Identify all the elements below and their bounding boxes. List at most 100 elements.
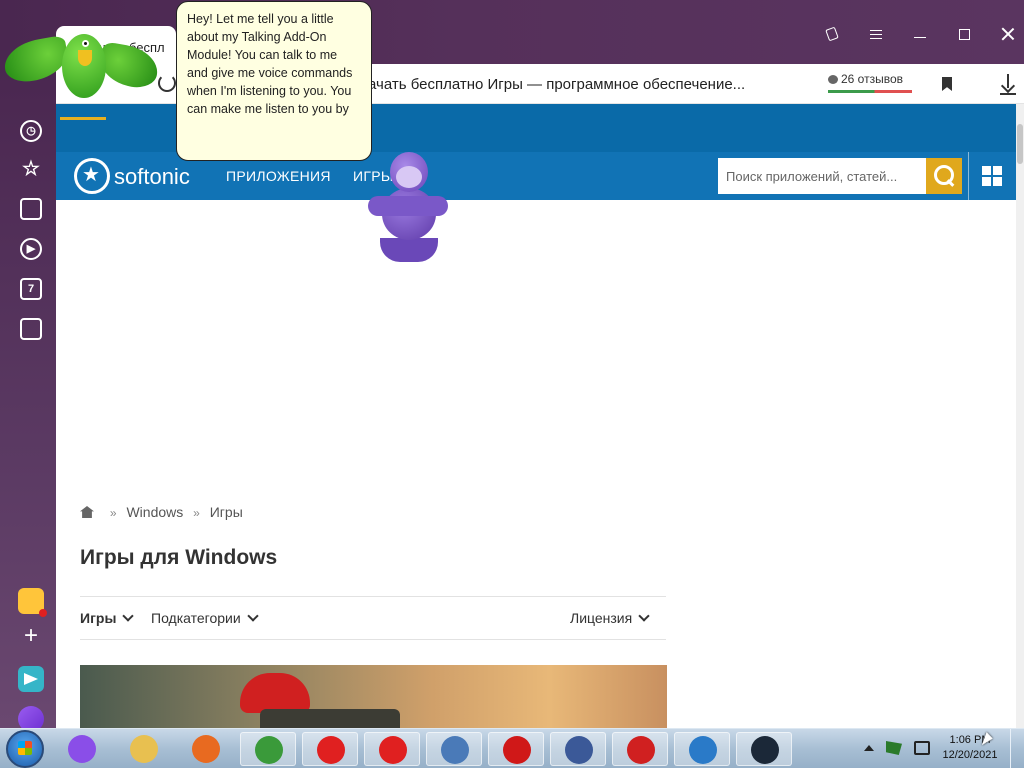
file-explorer-icon xyxy=(130,735,158,763)
acrobat-icon xyxy=(627,736,655,764)
filter-license-dropdown[interactable]: Лицензия xyxy=(570,610,650,626)
breadcrumb-item-windows[interactable]: Windows xyxy=(126,504,183,520)
download-icon-base xyxy=(1000,93,1016,95)
action-center-flag-icon[interactable] xyxy=(886,741,902,755)
reviews-badge[interactable]: 26 отзывов xyxy=(828,72,912,93)
web-page: softonic ПРИЛОЖЕНИЯ ИГРЫ » Windows » Игр… xyxy=(56,104,1016,728)
taskbar-app-acrobat[interactable] xyxy=(612,732,668,766)
page-title: Игры для Windows xyxy=(80,546,278,569)
chevron-down-icon xyxy=(247,610,259,622)
pin-icon xyxy=(825,26,839,42)
chevron-down-icon xyxy=(122,610,135,622)
show-desktop-button[interactable] xyxy=(1010,729,1024,768)
side-badge-icon[interactable]: 7 xyxy=(20,278,42,300)
assistant-speech-text: Hey! Let me tell you a little about my T… xyxy=(187,12,353,116)
comment-icon xyxy=(828,75,838,84)
breadcrumb-separator: » xyxy=(109,506,117,520)
filter-subcategories-label: Подкатегории xyxy=(151,610,241,626)
taskbar-app-bonzi-app[interactable] xyxy=(674,732,730,766)
send-app-icon[interactable] xyxy=(18,666,44,692)
site-logo-text[interactable]: softonic xyxy=(114,164,190,190)
bonzi-arms xyxy=(368,196,448,216)
reviews-label: 26 отзывов xyxy=(841,72,904,86)
start-button[interactable] xyxy=(6,730,44,768)
bookmark-icon[interactable] xyxy=(942,77,952,91)
windows-platform-icon[interactable] xyxy=(982,166,1002,186)
breadcrumb-separator: » xyxy=(193,506,200,520)
reload-icon[interactable] xyxy=(158,74,176,92)
minimize-icon xyxy=(914,36,926,38)
search-input[interactable] xyxy=(718,158,926,194)
firefox-icon xyxy=(192,735,220,763)
opera-icon xyxy=(503,736,531,764)
taskbar-app-alice[interactable] xyxy=(54,732,110,766)
filter-license-label: Лицензия xyxy=(570,610,633,626)
tray-expand-icon[interactable] xyxy=(864,745,874,751)
nav-divider xyxy=(968,152,969,200)
parrot-assistant[interactable] xyxy=(1,26,162,122)
filter-games-label: Игры xyxy=(80,610,117,626)
chrome-icon xyxy=(255,736,283,764)
featured-game-banner[interactable] xyxy=(80,665,667,728)
taskbar-app-facebook[interactable] xyxy=(550,732,606,766)
home-icon[interactable] xyxy=(80,506,94,518)
scrollbar-thumb[interactable] xyxy=(1017,124,1023,164)
history-icon[interactable]: ◷ xyxy=(20,120,42,142)
clock-date: 12/20/2021 xyxy=(942,749,998,761)
page-title-in-addressbar[interactable]: ачать бесплатно Игры — программное обесп… xyxy=(368,76,745,93)
filter-games-dropdown[interactable]: Игры xyxy=(80,610,135,626)
bonzi-face xyxy=(396,166,422,188)
parrot-feet xyxy=(60,110,106,120)
screenshot-icon[interactable] xyxy=(20,318,42,340)
maximize-button[interactable] xyxy=(950,20,978,48)
download-icon[interactable] xyxy=(1000,74,1016,94)
facebook-icon xyxy=(565,736,593,764)
softonic-logo-icon[interactable] xyxy=(74,158,110,194)
tabs-pin-button[interactable] xyxy=(818,20,846,48)
browser-side-panel: ◷ ☆ ▶ 7 + xyxy=(0,64,56,732)
bonzi-legs xyxy=(380,238,438,262)
gift-ribbon xyxy=(240,673,310,713)
play-icon[interactable]: ▶ xyxy=(20,238,42,260)
taskbar-app-firefox[interactable] xyxy=(178,732,234,766)
taskbar-app-file-explorer[interactable] xyxy=(116,732,172,766)
menu-icon xyxy=(870,30,882,39)
close-icon xyxy=(1001,27,1015,41)
bonzi-buddy-character[interactable] xyxy=(368,152,448,264)
page-scrollbar[interactable] xyxy=(1016,104,1024,728)
browser-menu-button[interactable] xyxy=(862,20,890,48)
breadcrumb-item-games[interactable]: Игры xyxy=(210,504,243,520)
alice-icon xyxy=(68,735,96,763)
taskbar-app-chrome[interactable] xyxy=(240,732,296,766)
windows-taskbar: 1:06 PM 12/20/2021 xyxy=(0,728,1024,768)
tank-image xyxy=(260,709,400,728)
parrot-beak xyxy=(78,50,92,66)
nav-link-apps[interactable]: ПРИЛОЖЕНИЯ xyxy=(226,168,331,184)
assistant-speech-bubble: Hey! Let me tell you a little about my T… xyxy=(176,1,372,161)
bookmarks-star-icon[interactable]: ☆ xyxy=(20,158,42,180)
side-app-messenger-icon[interactable] xyxy=(18,588,47,617)
taskbar-app-steam[interactable] xyxy=(736,732,792,766)
chevron-down-icon xyxy=(638,610,650,622)
close-button[interactable] xyxy=(994,20,1022,48)
bonzi-app-icon xyxy=(689,736,717,764)
minimize-button[interactable] xyxy=(906,20,934,48)
search-button[interactable] xyxy=(926,158,962,194)
steam-icon xyxy=(751,736,779,764)
taskbar-app-yandex[interactable] xyxy=(364,732,420,766)
parrot-eye xyxy=(82,40,89,47)
taskbar-app-opera[interactable] xyxy=(488,732,544,766)
network-app-icon xyxy=(441,736,469,764)
add-panel-icon[interactable]: + xyxy=(18,624,44,650)
breadcrumb: » Windows » Игры xyxy=(80,504,243,520)
collections-icon[interactable] xyxy=(20,198,42,220)
taskbar-app-yandex-browser[interactable] xyxy=(302,732,358,766)
network-icon[interactable] xyxy=(914,741,930,755)
parrot-right-wing xyxy=(96,41,162,91)
parrot-left-wing xyxy=(1,34,71,86)
filter-bar: Игры Подкатегории Лицензия xyxy=(80,596,666,640)
yandex-browser-icon xyxy=(317,736,345,764)
taskbar-app-network-app[interactable] xyxy=(426,732,482,766)
filter-subcategories-dropdown[interactable]: Подкатегории xyxy=(151,610,259,626)
yandex-icon xyxy=(379,736,407,764)
